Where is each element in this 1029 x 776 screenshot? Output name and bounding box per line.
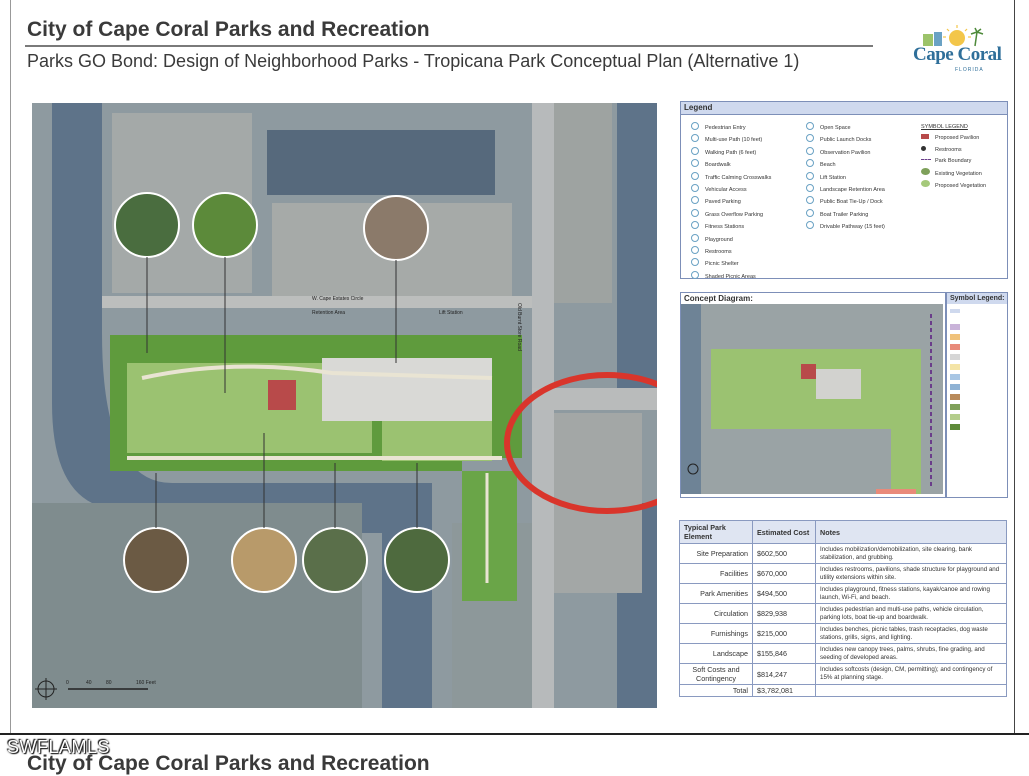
symbol-item: Park Boundary — [921, 156, 986, 167]
table-row: Site Preparation $602,500 Includes mobiliz… — [679, 543, 1007, 564]
symbol-swatches — [950, 309, 960, 430]
page-title: City of Cape Coral Parks and Recreation — [27, 18, 430, 41]
table-row: Soft Costs and Contingency $814,247 Includ… — [679, 663, 1007, 685]
title-divider — [25, 45, 873, 47]
legend-item: Pedestrian Entry — [691, 122, 771, 134]
legend-item: Traffic Calming Crosswalks — [691, 171, 771, 184]
symbol-item: Proposed Pavilion — [921, 133, 986, 144]
legend-item: Vehicular Access — [691, 184, 771, 196]
concept-diagram — [681, 304, 943, 494]
retention-label: Retention Area — [312, 310, 346, 316]
legend-item: Drivable Pathway (15 feet) — [806, 221, 885, 233]
legend-item: Landscape Retention Area — [806, 184, 885, 196]
aerial-plan — [32, 103, 657, 708]
scale-160: 160 Feet — [136, 680, 156, 686]
logo-tagline: FLORIDA — [955, 67, 984, 73]
legend-item: Walking Path (6 feet) — [691, 146, 771, 159]
table-row-total: Total $3,782,081 — [679, 684, 1007, 697]
watermark: SWFLAMLS — [7, 737, 111, 757]
column-header: Notes — [815, 520, 1007, 544]
legend-item: Picnic Shelter — [691, 258, 771, 270]
table-row: Landscape $155,846 Includes new canopy tre… — [679, 643, 1007, 664]
symbol-legend: SYMBOL LEGEND Proposed Pavilion Restroom… — [921, 122, 986, 192]
legend-column-1: Pedestrian Entry Multi-use Path (10 feet… — [691, 122, 771, 283]
column-header: Estimated Cost — [752, 520, 816, 544]
legend-item: Fitness Stations — [691, 221, 771, 233]
legend-item: Lift Station — [806, 171, 885, 184]
page-border-right — [1014, 0, 1015, 733]
logo-wordmark: Cape Coral — [913, 44, 1002, 65]
cost-estimate-table: Typical Park Element Estimated Cost Note… — [679, 520, 1007, 697]
symbol-item: Existing Vegetation — [921, 167, 986, 180]
road-label: Old Burnt Store Road — [516, 303, 522, 351]
legend-title: Legend — [681, 102, 1007, 115]
legend-item: Boardwalk — [691, 159, 771, 171]
legend-item: Public Launch Docks — [806, 134, 885, 146]
symbol-item: Proposed Vegetation — [921, 180, 986, 192]
symbol-legend-title: SYMBOL LEGEND — [921, 124, 968, 130]
legend-item: Paved Parking — [691, 196, 771, 208]
legend-item: Shaded Picnic Areas — [691, 270, 771, 283]
scale-0: 0 — [66, 680, 69, 686]
legend-item: Public Boat Tie-Up / Dock — [806, 196, 885, 208]
legend-item: Beach — [806, 159, 885, 171]
legend-item: Observation Pavilion — [806, 146, 885, 159]
concept-diagram-panel: Concept Diagram: — [680, 292, 946, 498]
scale-80: 80 — [106, 680, 112, 686]
site-plan-map: W. Cape Estates Circle Retention Area Li… — [32, 103, 657, 708]
table-header-row: Typical Park Element Estimated Cost Note… — [679, 520, 1007, 544]
lift-station-label: Lift Station — [439, 310, 463, 316]
scale-40: 40 — [86, 680, 92, 686]
table-row: Park Amenities $494,500 Includes playgroun… — [679, 583, 1007, 604]
legend-column-2: Open Space Public Launch Docks Observati… — [806, 122, 885, 234]
concept-diagram-title: Concept Diagram: — [684, 294, 753, 303]
legend-panel: Legend Pedestrian Entry Multi-use Path (… — [680, 101, 1008, 280]
page-subtitle: Parks GO Bond: Design of Neighborhood Pa… — [27, 51, 800, 71]
legend-item: Restrooms — [691, 246, 771, 258]
legend-item: Open Space — [806, 122, 885, 134]
concept-symbol-legend-title: Symbol Legend: — [947, 293, 1007, 304]
legend-item: Multi-use Path (10 feet) — [691, 134, 771, 146]
legend-item: Grass Overflow Parking — [691, 208, 771, 221]
page-border-left — [10, 0, 11, 733]
table-row: Facilities $670,000 Includes restrooms, pa… — [679, 563, 1007, 584]
symbol-item: Restrooms — [921, 145, 986, 156]
legend-item: Boat Trailer Parking — [806, 208, 885, 221]
table-row: Circulation $829,938 Includes pedestrian a… — [679, 603, 1007, 624]
legend-item: Playground — [691, 233, 771, 246]
concept-symbol-legend: Symbol Legend: — [946, 292, 1008, 498]
column-header: Typical Park Element — [679, 520, 753, 544]
table-row: Furnishings $215,000 Includes benches, pic… — [679, 623, 1007, 644]
street-label: W. Cape Estates Circle — [312, 296, 364, 302]
